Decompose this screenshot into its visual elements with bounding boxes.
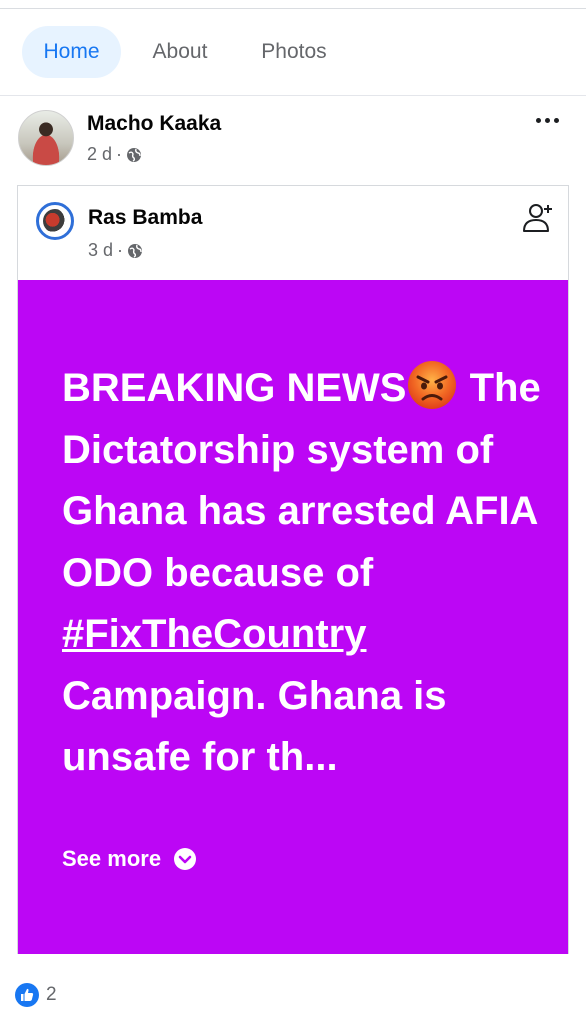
tab-photos[interactable]: Photos — [246, 26, 342, 78]
page-tabs: Home About Photos — [0, 9, 586, 96]
chevron-down-icon — [174, 848, 197, 870]
shared-post-time[interactable]: 3 d — [88, 240, 113, 261]
add-friend-icon[interactable] — [520, 200, 556, 236]
text-post-background[interactable]: BREAKING NEWS The Dictatorship system of… — [18, 280, 568, 954]
angry-face-icon — [408, 361, 457, 409]
see-more-button[interactable]: See more — [62, 846, 197, 872]
reaction-count: 2 — [46, 984, 57, 1005]
tab-about[interactable]: About — [140, 26, 220, 78]
post-author-name[interactable]: Macho Kaaka — [87, 112, 221, 136]
globe-icon — [128, 243, 143, 258]
meta-separator: · — [117, 240, 124, 260]
body-text-end: Campaign. Ghana is unsafe for th... — [62, 673, 447, 780]
author-avatar[interactable] — [18, 110, 74, 166]
post-text: BREAKING NEWS The Dictatorship system of… — [62, 358, 542, 789]
globe-icon — [127, 147, 142, 162]
shared-post-meta: 3 d · — [88, 240, 143, 261]
hashtag-link[interactable]: #FixTheCountry — [62, 612, 366, 656]
tab-home[interactable]: Home — [22, 26, 121, 78]
shared-author-avatar[interactable] — [36, 202, 74, 240]
shared-post-card: Ras Bamba 3 d · BREAKING NEWS The Dictat… — [17, 185, 569, 954]
reactions-summary[interactable]: 2 — [14, 982, 57, 1008]
post-meta: 2 d · — [87, 144, 142, 165]
headline: BREAKING NEWS — [62, 366, 407, 410]
post-time[interactable]: 2 d — [87, 144, 112, 165]
meta-separator: · — [116, 144, 123, 164]
see-more-label: See more — [62, 846, 162, 871]
shared-author-name[interactable]: Ras Bamba — [88, 206, 202, 230]
like-icon — [15, 983, 39, 1007]
more-options-icon[interactable] — [536, 112, 560, 128]
